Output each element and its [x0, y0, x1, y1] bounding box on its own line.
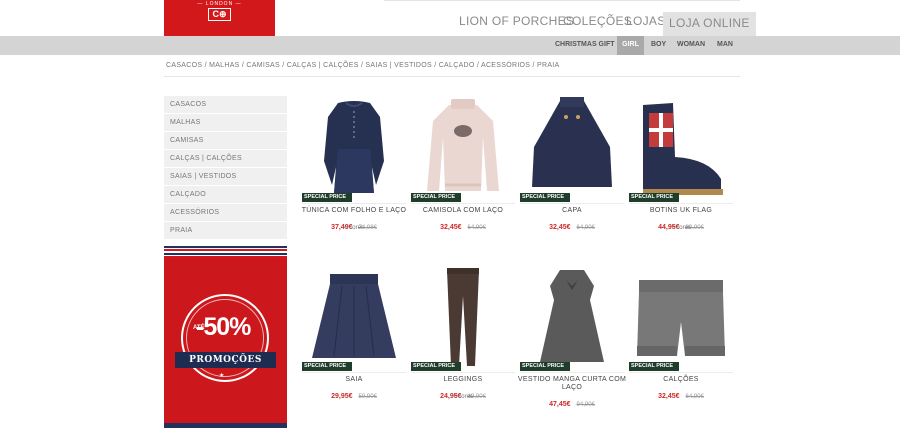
product-image-boots[interactable] — [629, 97, 733, 203]
promo-banner[interactable]: ATÉ -50% PROMOÇÕES ★ — [164, 258, 287, 428]
product-price: 29,95€ — [331, 393, 353, 400]
logo-mark: C⊕ — [208, 8, 231, 21]
product-image-cape[interactable] — [520, 97, 624, 203]
subnav-girl[interactable]: GIRL — [617, 36, 644, 55]
product-card[interactable]: SPECIAL PRICE CALÇÕES 32,45€ 64,90€ — [629, 266, 733, 426]
more-colors-link[interactable]: + cores — [302, 225, 406, 231]
breadcrumb-divider — [164, 76, 740, 77]
product-card[interactable]: SPECIAL PRICE VESTIDO MANGA CURTA COM LA… — [518, 266, 626, 426]
subnav-boy[interactable]: BOY — [651, 41, 666, 48]
product-name[interactable]: SAIA — [298, 376, 410, 384]
card-divider — [520, 372, 624, 373]
product-prices: 29,95€ 59,90€ — [302, 385, 406, 403]
product-name[interactable]: VESTIDO MANGA CURTA COM LAÇO — [516, 376, 628, 392]
category-subnav: CHRISTMAS GIFT GIRL BOY WOMAN MAN — [0, 36, 900, 55]
sidebar-item-casacos[interactable]: CASACOS — [164, 96, 287, 114]
special-price-badge: SPECIAL PRICE — [411, 362, 461, 371]
product-card[interactable]: SPECIAL PRICE TÚNICA COM FOLHO E LAÇO 37… — [302, 97, 406, 257]
logo-subtext: — LONDON — — [197, 1, 242, 7]
sidebar-item-malhas[interactable]: MALHAS — [164, 114, 287, 132]
product-prices: 32,45€ 64,90€ — [411, 216, 515, 234]
more-colors-link[interactable]: + cores — [411, 394, 515, 400]
product-old-price: 94,90€ — [576, 402, 595, 408]
product-image-skirt[interactable] — [302, 266, 406, 372]
product-price: 32,45€ — [440, 224, 462, 231]
category-breadcrumb[interactable]: CASACOS / MALHAS / CAMISAS / CALÇAS | CA… — [166, 62, 560, 69]
product-name[interactable]: CAMISOLA COM LAÇO — [407, 207, 519, 215]
card-divider — [302, 372, 406, 373]
product-price: 32,45€ — [549, 224, 571, 231]
header-divider — [384, 0, 740, 1]
product-image-sweater[interactable] — [411, 97, 515, 203]
sidebar-item-praia[interactable]: PRAIA — [164, 222, 287, 240]
subnav-christmas-gift[interactable]: CHRISTMAS GIFT — [555, 41, 615, 48]
star-icon: ★ — [219, 373, 225, 379]
product-prices: 47,45€ 94,90€ — [520, 393, 624, 411]
special-price-badge: SPECIAL PRICE — [302, 193, 352, 202]
product-name[interactable]: CALÇÕES — [625, 376, 737, 384]
product-name[interactable]: CAPA — [516, 207, 628, 215]
card-divider — [629, 203, 733, 204]
sidebar-item-saias-vestidos[interactable]: SAIAS | VESTIDOS — [164, 168, 287, 186]
product-price: 32,45€ — [658, 393, 680, 400]
product-name[interactable]: LEGGINGS — [407, 376, 519, 384]
special-price-badge: SPECIAL PRICE — [520, 362, 570, 371]
product-name[interactable]: BOTINS UK FLAG — [625, 207, 737, 215]
product-image-shorts[interactable] — [629, 266, 733, 372]
main-nav: LION OF PORCHES COLEÇÕES LOJAS LOJA ONLI… — [452, 12, 756, 36]
category-sidebar: CASACOS MALHAS CAMISAS CALÇAS | CALÇÕES … — [164, 96, 287, 240]
card-divider — [302, 203, 406, 204]
nav-lion-of-porches[interactable]: LION OF PORCHES — [459, 14, 574, 28]
sidebar-item-acessorios[interactable]: ACESSÓRIOS — [164, 204, 287, 222]
product-prices: 32,45€ 64,90€ — [629, 385, 733, 403]
special-price-badge: SPECIAL PRICE — [411, 193, 461, 202]
product-old-price: 64,90€ — [685, 394, 704, 400]
special-price-badge: SPECIAL PRICE — [629, 193, 679, 202]
product-card[interactable]: SPECIAL PRICE CAPA 32,45€ 64,90€ — [520, 97, 624, 257]
product-name[interactable]: TÚNICA COM FOLHO E LAÇO — [298, 207, 410, 215]
promo-bottom-stripe — [164, 423, 287, 428]
sidebar-item-calcado[interactable]: CALÇADO — [164, 186, 287, 204]
subnav-woman[interactable]: WOMAN — [677, 41, 705, 48]
product-image-dress[interactable] — [520, 266, 624, 372]
nav-colecoes[interactable]: COLEÇÕES — [563, 14, 632, 28]
promo-label: PROMOÇÕES — [175, 352, 276, 368]
promo-percent: -50% — [196, 313, 251, 341]
product-old-price: 64,90€ — [576, 225, 595, 231]
nav-lojas[interactable]: LOJAS — [626, 14, 666, 28]
special-price-badge: SPECIAL PRICE — [520, 193, 570, 202]
product-price: 47,45€ — [549, 401, 571, 408]
nav-loja-online[interactable]: LOJA ONLINE — [663, 12, 756, 36]
card-divider — [520, 203, 624, 204]
product-card[interactable]: SPECIAL PRICE SAIA 29,95€ 59,90€ — [302, 266, 406, 426]
more-colors-link[interactable]: + cores — [629, 225, 733, 231]
product-old-price: 64,90€ — [467, 225, 486, 231]
product-card[interactable]: SPECIAL PRICE LEGGINGS 24,95€ 49,90€ + co… — [411, 266, 515, 426]
product-card[interactable]: SPECIAL PRICE CAMISOLA COM LAÇO 32,45€ 64… — [411, 97, 515, 257]
product-prices: 32,45€ 64,90€ — [520, 216, 624, 234]
special-price-badge: SPECIAL PRICE — [302, 362, 352, 371]
subnav-man[interactable]: MAN — [717, 41, 733, 48]
product-image-tunic[interactable] — [302, 97, 406, 203]
card-divider — [411, 372, 515, 373]
brand-logo[interactable]: — LONDON — C⊕ — [164, 0, 275, 36]
special-price-badge: SPECIAL PRICE — [629, 362, 679, 371]
product-image-leggings[interactable] — [411, 266, 515, 372]
card-divider — [629, 372, 733, 373]
product-old-price: 59,90€ — [358, 394, 377, 400]
card-divider — [411, 203, 515, 204]
sidebar-item-camisas[interactable]: CAMISAS — [164, 132, 287, 150]
sidebar-item-calcas-calcoes[interactable]: CALÇAS | CALÇÕES — [164, 150, 287, 168]
product-card[interactable]: SPECIAL PRICE BOTINS UK FLAG 44,95€ 89,90… — [629, 97, 733, 257]
